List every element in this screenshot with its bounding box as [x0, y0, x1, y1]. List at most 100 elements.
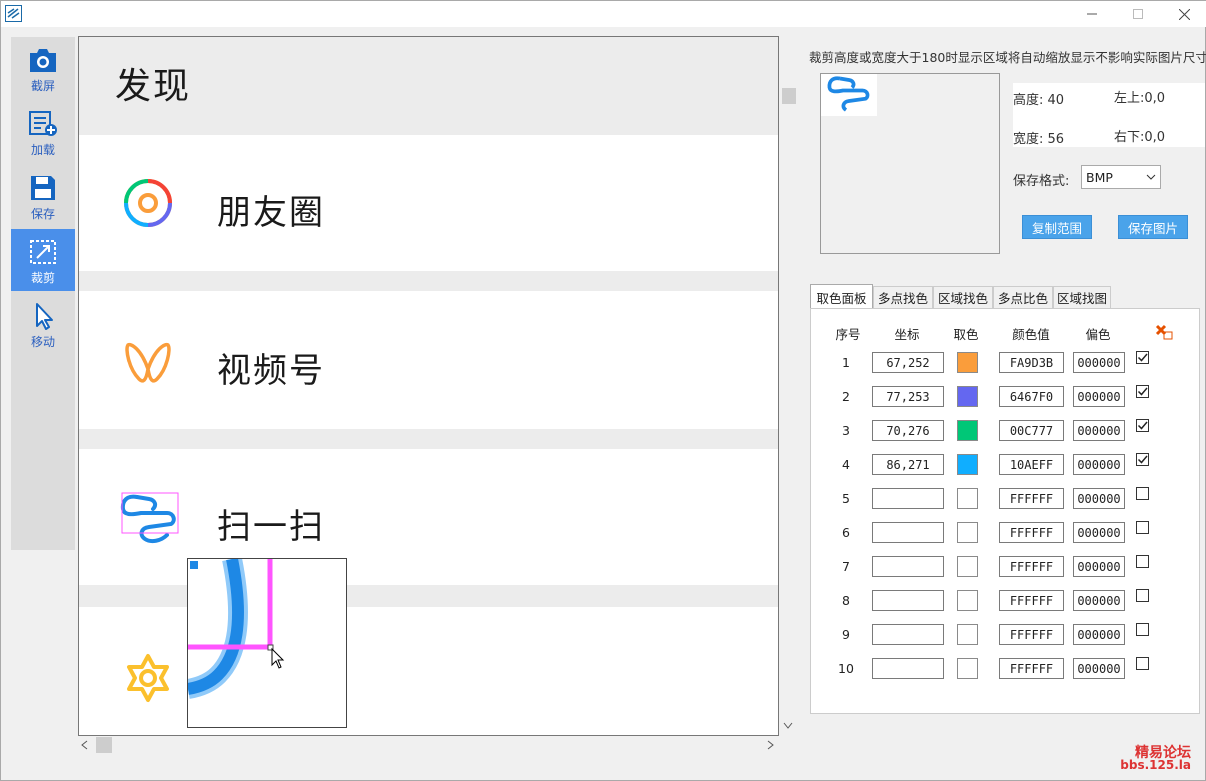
header-color-value: 颜色值	[1012, 327, 1050, 342]
sidebar-item-load[interactable]: 加载	[11, 101, 75, 163]
color-swatch[interactable]	[957, 488, 978, 509]
row-checkbox[interactable]	[1136, 419, 1149, 432]
list-item-channels[interactable]: 视频号	[79, 291, 778, 429]
table-row: 5 FFFFFF 000000	[811, 487, 1199, 510]
tolerance-input[interactable]: 000000	[1073, 386, 1125, 407]
row-checkbox[interactable]	[1136, 487, 1149, 500]
list-item-moments[interactable]: 朋友圈	[79, 135, 778, 271]
coord-input[interactable]	[872, 488, 944, 509]
width-label-text: 宽度:	[1013, 132, 1044, 147]
title-bar	[1, 1, 1206, 27]
tab-region-find-color[interactable]: 区域找色	[933, 286, 993, 308]
row-checkbox[interactable]	[1136, 555, 1149, 568]
discover-header: 发现	[79, 37, 778, 135]
color-value-input[interactable]: 10AEFF	[999, 454, 1064, 475]
row-index: 5	[842, 491, 850, 506]
tab-color-panel[interactable]: 取色面板	[810, 284, 873, 309]
app-logo-icon	[5, 5, 22, 22]
maximize-button[interactable]	[1115, 1, 1161, 27]
save-format-select[interactable]: BMP	[1081, 165, 1161, 189]
color-value-input[interactable]: FFFFFF	[999, 624, 1064, 645]
coord-input[interactable]: 77,253	[872, 386, 944, 407]
check-icon	[1137, 455, 1148, 464]
color-value-input[interactable]: FFFFFF	[999, 488, 1064, 509]
star-icon	[127, 654, 169, 702]
tolerance-input[interactable]: 000000	[1073, 556, 1125, 577]
chevron-down-icon[interactable]	[783, 722, 793, 730]
color-swatch[interactable]	[957, 454, 978, 475]
row-checkbox[interactable]	[1136, 589, 1149, 602]
sidebar-item-label: 移动	[30, 335, 55, 349]
coord-input[interactable]	[872, 522, 944, 543]
tolerance-input[interactable]: 000000	[1073, 624, 1125, 645]
tab-multi-point-compare[interactable]: 多点比色	[993, 286, 1053, 308]
canvas-horizontal-scrollbar[interactable]	[78, 737, 779, 753]
chevron-right-icon[interactable]	[766, 740, 774, 750]
row-checkbox[interactable]	[1136, 623, 1149, 636]
copy-range-button[interactable]: 复制范围	[1022, 215, 1092, 239]
coord-input[interactable]	[872, 556, 944, 577]
chevron-down-icon	[1146, 174, 1156, 180]
coord-input[interactable]	[872, 658, 944, 679]
coord-input[interactable]: 67,252	[872, 352, 944, 373]
tolerance-input[interactable]: 000000	[1073, 522, 1125, 543]
tab-multi-point-find[interactable]: 多点找色	[873, 286, 933, 308]
header-tolerance: 偏色	[1085, 327, 1111, 342]
row-checkbox[interactable]	[1136, 657, 1149, 670]
coord-input[interactable]	[872, 590, 944, 611]
tolerance-input[interactable]: 000000	[1073, 420, 1125, 441]
color-swatch[interactable]	[957, 658, 978, 679]
aperture-icon	[124, 179, 172, 227]
sidebar-item-move[interactable]: 移动	[11, 293, 75, 355]
coord-input[interactable]: 86,271	[872, 454, 944, 475]
tolerance-input[interactable]: 000000	[1073, 488, 1125, 509]
chevron-left-icon[interactable]	[81, 740, 89, 750]
color-swatch[interactable]	[957, 624, 978, 645]
coord-input[interactable]: 70,276	[872, 420, 944, 441]
tolerance-input[interactable]: 000000	[1073, 658, 1125, 679]
save-image-button[interactable]: 保存图片	[1118, 215, 1188, 239]
color-value-input[interactable]: 6467F0	[999, 386, 1064, 407]
coord-input[interactable]	[872, 624, 944, 645]
color-value-input[interactable]: FFFFFF	[999, 658, 1064, 679]
height-value: 40	[1047, 93, 1065, 108]
cursor-icon	[36, 303, 53, 330]
row-index: 6	[842, 525, 850, 540]
list-item-mini-programs[interactable]	[79, 607, 778, 735]
sidebar-item-crop[interactable]: 裁剪	[11, 229, 75, 291]
sidebar-item-save[interactable]: 保存	[11, 165, 75, 227]
row-checkbox[interactable]	[1136, 351, 1149, 364]
row-checkbox[interactable]	[1136, 385, 1149, 398]
clear-all-icon[interactable]	[1155, 324, 1173, 340]
close-button[interactable]	[1161, 1, 1206, 27]
row-checkbox[interactable]	[1136, 453, 1149, 466]
capture-canvas[interactable]: 发现 朋友圈 视频号 扫一扫	[78, 36, 779, 736]
minimize-button[interactable]	[1069, 1, 1115, 27]
color-swatch[interactable]	[957, 556, 978, 577]
color-swatch[interactable]	[957, 352, 978, 373]
tab-region-find-image[interactable]: 区域找图	[1053, 286, 1111, 308]
color-value-input[interactable]: FFFFFF	[999, 522, 1064, 543]
scroll-thumb[interactable]	[782, 88, 796, 104]
color-swatch[interactable]	[957, 386, 978, 407]
canvas-vertical-scrollbar[interactable]	[780, 36, 796, 736]
list-item-scan[interactable]: 扫一扫	[79, 449, 778, 585]
tolerance-input[interactable]: 000000	[1073, 590, 1125, 611]
color-value-input[interactable]: FFFFFF	[999, 556, 1064, 577]
color-swatch[interactable]	[957, 590, 978, 611]
tolerance-input[interactable]: 000000	[1073, 352, 1125, 373]
color-swatch[interactable]	[957, 420, 978, 441]
row-checkbox[interactable]	[1136, 521, 1149, 534]
color-value-input[interactable]: 00C777	[999, 420, 1064, 441]
scroll-thumb[interactable]	[96, 737, 112, 753]
table-row: 7 FFFFFF 000000	[811, 555, 1199, 578]
tolerance-input[interactable]: 000000	[1073, 454, 1125, 475]
color-value-input[interactable]: FFFFFF	[999, 590, 1064, 611]
table-row: 4 86,271 10AEFF 000000	[811, 453, 1199, 476]
sidebar-item-screenshot[interactable]: 截屏	[11, 37, 75, 99]
color-swatch[interactable]	[957, 522, 978, 543]
color-value-input[interactable]: FA9D3B	[999, 352, 1064, 373]
header-coord: 坐标	[894, 327, 920, 342]
close-icon	[1178, 8, 1190, 20]
app-window: 截屏 加载 保存 裁剪 移动 发现 朋友圈 视频号 扫一扫 裁剪高度或宽度大于1…	[0, 0, 1206, 781]
